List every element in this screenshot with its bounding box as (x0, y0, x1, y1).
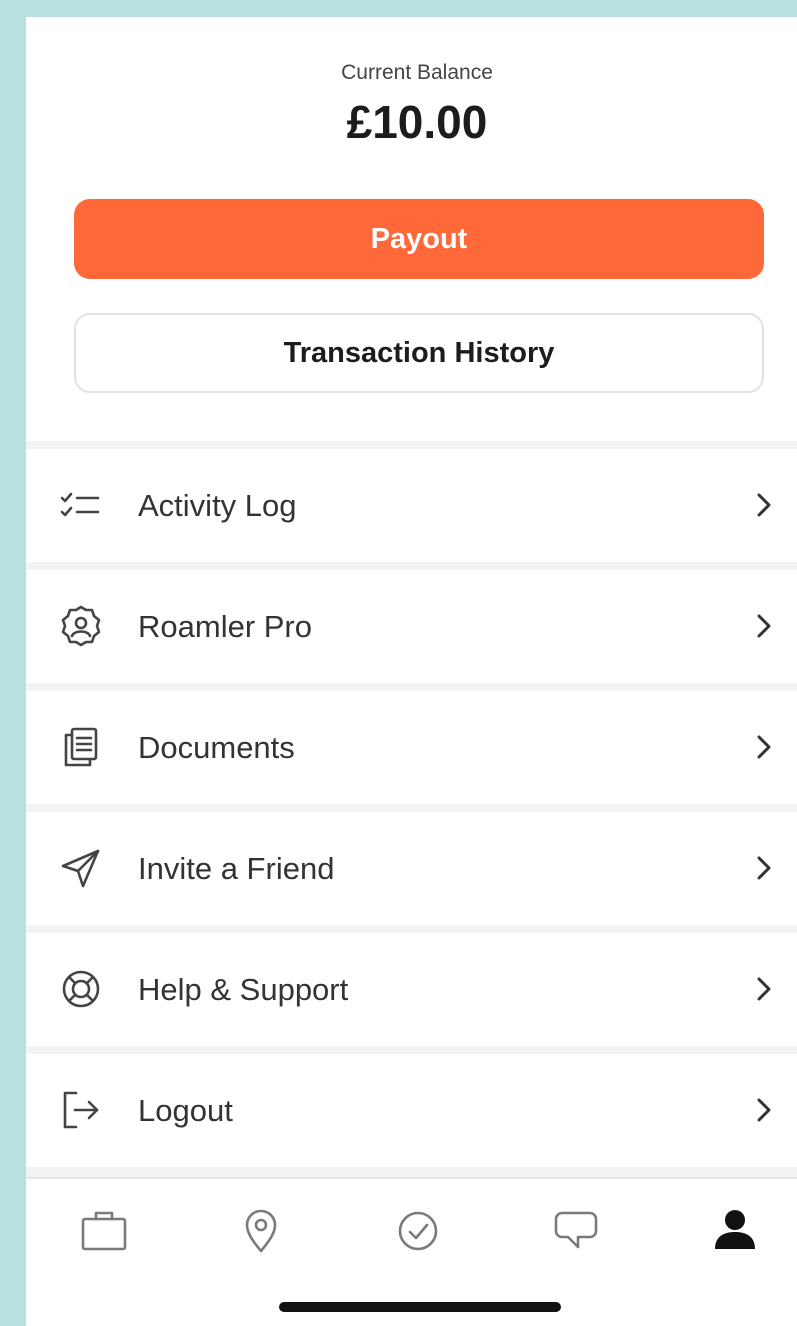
balance-label: Current Balance (341, 61, 493, 84)
check-circle-icon (398, 1211, 438, 1251)
tab-jobs[interactable] (76, 1203, 132, 1259)
checklist-icon (58, 482, 104, 528)
tab-messages[interactable] (548, 1203, 604, 1259)
documents-icon (58, 724, 104, 770)
menu-item-label: Invite a Friend (138, 851, 335, 886)
menu-item-label: Documents (138, 730, 295, 765)
menu-item-roamler-pro[interactable]: Roamler Pro (26, 570, 797, 683)
app-screen: Current Balance £10.00 Payout Transactio… (26, 17, 797, 1326)
tab-profile[interactable] (707, 1203, 763, 1259)
transaction-history-button[interactable]: Transaction History (74, 313, 764, 393)
menu-item-logout[interactable]: Logout (26, 1054, 797, 1167)
menu-item-documents[interactable]: Documents (26, 691, 797, 804)
menu-item-label: Logout (138, 1093, 233, 1128)
tab-map[interactable] (233, 1203, 289, 1259)
chevron-right-icon (749, 1095, 779, 1125)
logout-icon (58, 1087, 104, 1133)
menu-item-help-support[interactable]: Help & Support (26, 933, 797, 1046)
chat-bubble-icon (554, 1211, 598, 1249)
menu-item-label: Help & Support (138, 972, 349, 1007)
chevron-right-icon (749, 732, 779, 762)
balance-card: Current Balance £10.00 Payout Transactio… (26, 17, 797, 441)
home-indicator (279, 1302, 561, 1312)
lifebuoy-icon (58, 966, 104, 1012)
payout-button[interactable]: Payout (74, 199, 764, 279)
menu-item-activity-log[interactable]: Activity Log (26, 449, 797, 562)
menu-item-label: Roamler Pro (138, 609, 312, 644)
balance-amount: £10.00 (346, 96, 488, 148)
send-icon (58, 845, 104, 891)
tab-tasks[interactable] (390, 1203, 446, 1259)
menu-item-label: Activity Log (138, 488, 297, 523)
chevron-right-icon (749, 490, 779, 520)
briefcase-icon (81, 1211, 127, 1251)
menu-item-invite-a-friend[interactable]: Invite a Friend (26, 812, 797, 925)
badge-user-icon (58, 603, 104, 649)
chevron-right-icon (749, 974, 779, 1004)
chevron-right-icon (749, 853, 779, 883)
location-pin-icon (245, 1209, 277, 1253)
chevron-right-icon (749, 611, 779, 641)
person-icon (715, 1210, 755, 1249)
